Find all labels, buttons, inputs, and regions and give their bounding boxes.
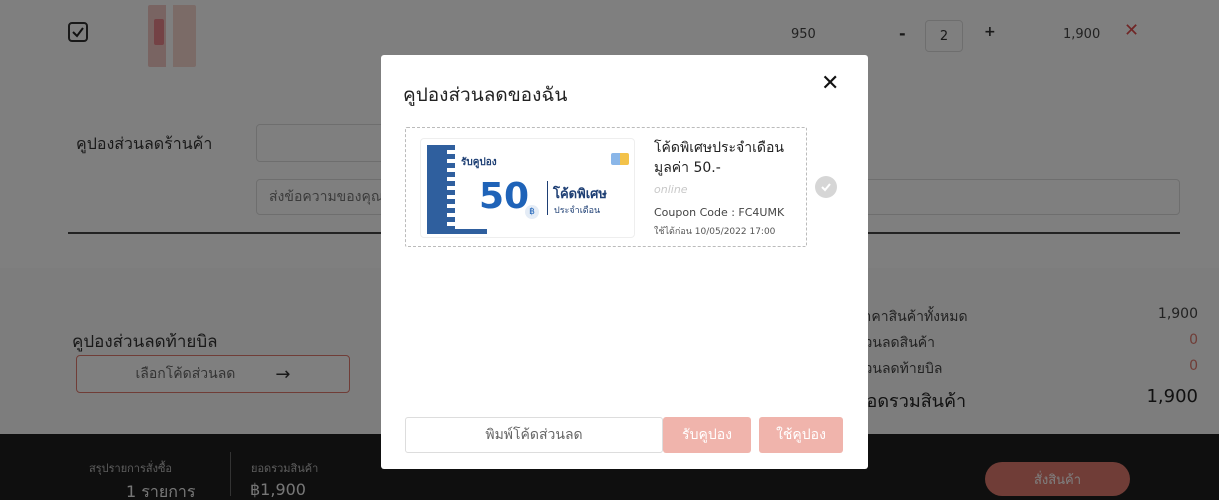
- coupon-channel: online: [654, 183, 688, 196]
- coupon-image-special-text: โค้ดพิเศษ: [553, 187, 607, 202]
- check-icon: [821, 183, 831, 192]
- coupon-image-amount: 50: [479, 176, 530, 217]
- coupon-code: Coupon Code : FC4UMK: [654, 206, 785, 219]
- ticket-strip: [427, 145, 455, 231]
- coupon-select-check-icon[interactable]: [815, 176, 837, 198]
- brand-logo-icon: [611, 153, 629, 165]
- ticket-base: [427, 229, 487, 234]
- coupon-name: โค้ดพิเศษประจำเดือน มูลค่า 50.-: [654, 140, 784, 176]
- coupon-image-divider: [547, 181, 548, 215]
- coupon-expiry: ใช้ได้ก่อน 10/05/2022 17:00: [654, 227, 776, 237]
- coupon-code-input[interactable]: พิมพ์โค้ดส่วนลด: [405, 417, 663, 453]
- close-icon[interactable]: ✕: [821, 73, 839, 95]
- baht-icon: ฿: [525, 205, 539, 219]
- coupon-image: รับคูปอง 50 ฿ โค้ดพิเศษ ประจำเดือน: [420, 138, 635, 238]
- modal-title: คูปองส่วนลดของฉัน: [403, 84, 568, 106]
- coupon-card[interactable]: รับคูปอง 50 ฿ โค้ดพิเศษ ประจำเดือน โค้ดพ…: [405, 127, 807, 247]
- coupon-modal: คูปองส่วนลดของฉัน ✕ รับคูปอง 50 ฿ โค้ดพิ…: [381, 55, 868, 469]
- coupon-image-receive-text: รับคูปอง: [461, 157, 497, 168]
- coupon-image-monthly-text: ประจำเดือน: [554, 206, 601, 216]
- use-coupon-button[interactable]: ใช้คูปอง: [759, 417, 843, 453]
- receive-coupon-button[interactable]: รับคูปอง: [663, 417, 751, 453]
